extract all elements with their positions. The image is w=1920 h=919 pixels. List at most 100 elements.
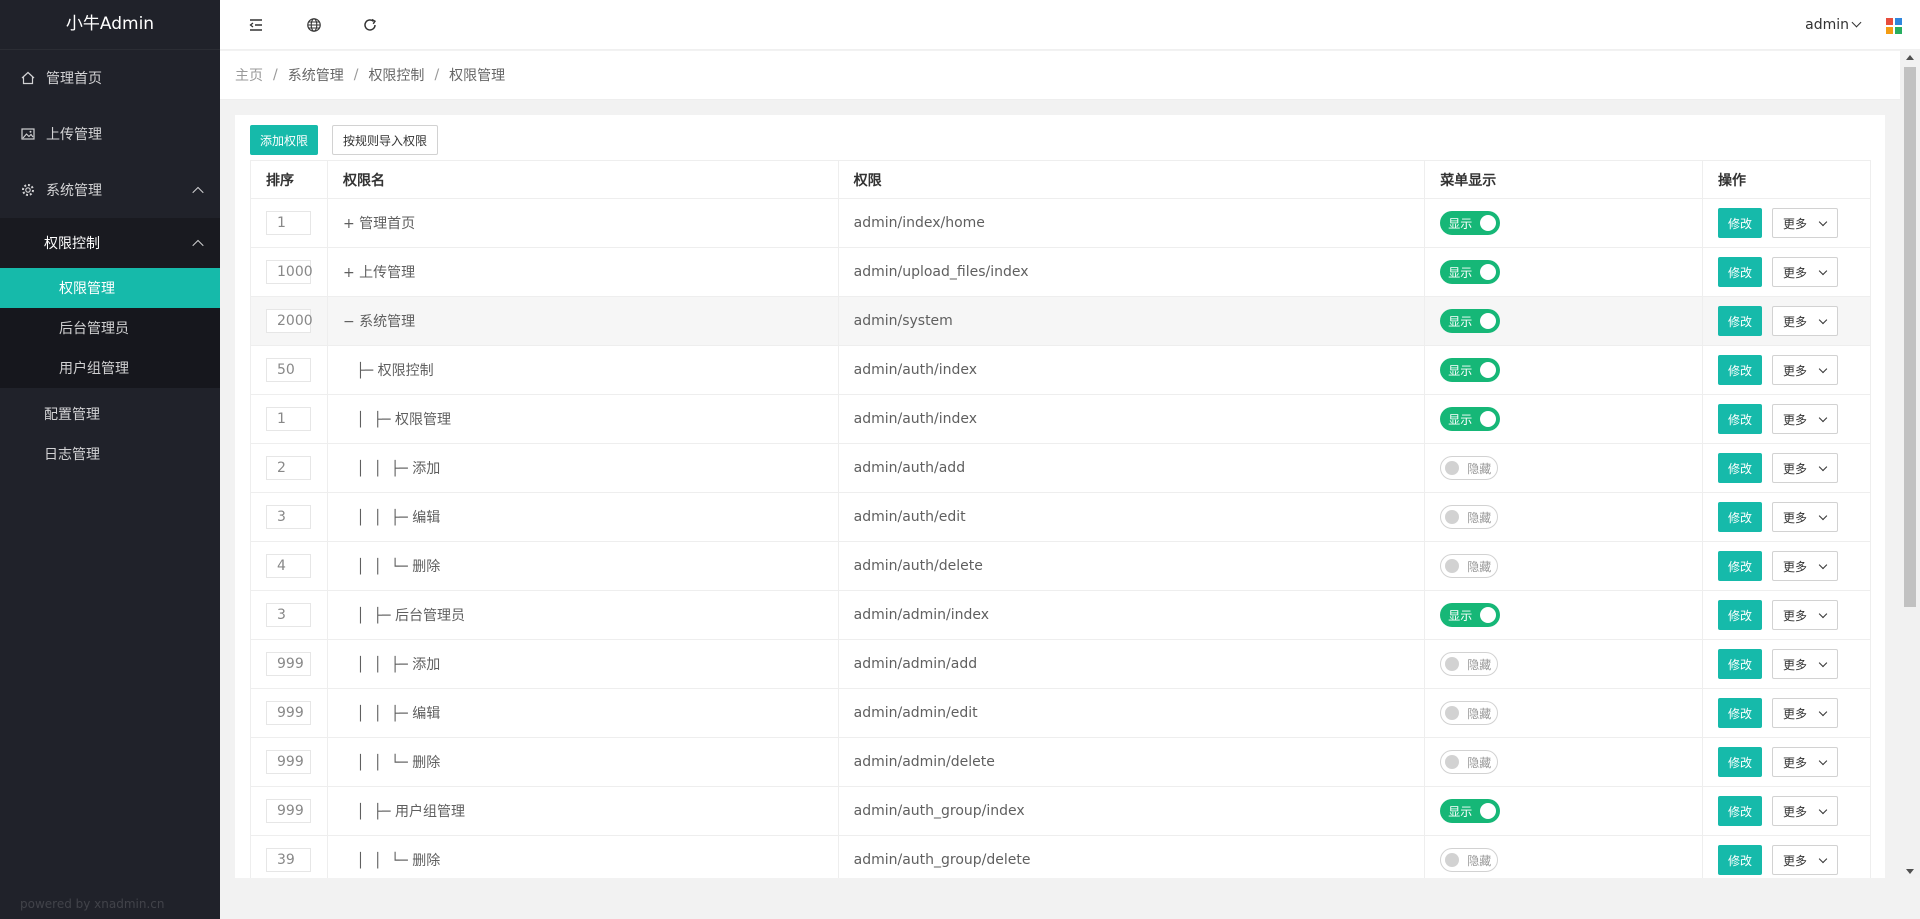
sidebar-item-auth-manage[interactable]: 权限管理 xyxy=(0,268,220,308)
edit-button[interactable]: 修改 xyxy=(1718,453,1763,483)
sort-input[interactable]: 1 xyxy=(266,211,311,235)
globe-icon[interactable] xyxy=(304,15,324,35)
sort-input[interactable]: 4 xyxy=(266,554,311,578)
sort-input[interactable]: 999 xyxy=(266,750,311,774)
more-dropdown-button[interactable]: 更多 xyxy=(1772,747,1839,777)
edit-button[interactable]: 修改 xyxy=(1718,502,1763,532)
edit-button[interactable]: 修改 xyxy=(1718,698,1763,728)
sidebar-item-upload[interactable]: 上传管理 xyxy=(0,106,220,162)
menu-display-toggle[interactable]: 显示 xyxy=(1440,309,1501,333)
scroll-thumb[interactable] xyxy=(1904,67,1916,607)
more-dropdown-button[interactable]: 更多 xyxy=(1772,796,1839,826)
more-dropdown-button[interactable]: 更多 xyxy=(1772,845,1839,875)
menu-display-toggle[interactable]: 显示 xyxy=(1440,799,1501,823)
sort-input[interactable]: 1000 xyxy=(266,260,313,284)
menu-display-toggle[interactable]: 隐藏 xyxy=(1440,554,1499,578)
more-dropdown-button[interactable]: 更多 xyxy=(1772,698,1839,728)
sort-input[interactable]: 50 xyxy=(266,358,311,382)
edit-button[interactable]: 修改 xyxy=(1718,600,1763,630)
more-dropdown-button[interactable]: 更多 xyxy=(1772,649,1839,679)
vertical-scrollbar[interactable] xyxy=(1900,51,1920,878)
scroll-up-icon[interactable] xyxy=(1906,55,1914,60)
menu-display-toggle[interactable]: 显示 xyxy=(1440,260,1501,284)
sort-input[interactable]: 999 xyxy=(266,701,311,725)
more-dropdown-button[interactable]: 更多 xyxy=(1772,600,1839,630)
breadcrumb-item[interactable]: 权限控制 xyxy=(368,65,424,85)
menu-fold-icon[interactable] xyxy=(246,15,266,35)
permission-path: admin/auth_group/delete xyxy=(837,835,1426,878)
sidebar-item-config[interactable]: 配置管理 xyxy=(0,394,220,434)
menu-display-toggle[interactable]: 显示 xyxy=(1440,603,1501,627)
import-permission-button[interactable]: 按规则导入权限 xyxy=(332,125,439,155)
more-dropdown-button[interactable]: 更多 xyxy=(1772,453,1839,483)
edit-button[interactable]: 修改 xyxy=(1718,551,1763,581)
edit-button[interactable]: 修改 xyxy=(1718,845,1763,875)
sidebar-item-admins[interactable]: 后台管理员 xyxy=(0,308,220,348)
apps-icon[interactable] xyxy=(1886,18,1902,34)
table-row: 999 │ │ ├─ 编辑 admin/admin/edit 隐藏 修改 更多 xyxy=(250,688,1871,738)
edit-button[interactable]: 修改 xyxy=(1718,747,1763,777)
sidebar-item-auth-control[interactable]: 权限控制 xyxy=(0,218,220,268)
sidebar-item-system[interactable]: 系统管理 xyxy=(0,162,220,218)
sort-input[interactable]: 3 xyxy=(266,505,311,529)
sort-input[interactable]: 3 xyxy=(266,603,311,627)
chevron-down-icon xyxy=(1818,413,1828,423)
permission-path: admin/admin/add xyxy=(837,639,1426,689)
edit-button[interactable]: 修改 xyxy=(1718,796,1763,826)
breadcrumb-item[interactable]: 系统管理 xyxy=(288,65,344,85)
user-menu[interactable]: admin xyxy=(1805,17,1862,33)
menu-display-toggle[interactable]: 显示 xyxy=(1440,211,1501,235)
more-dropdown-button[interactable]: 更多 xyxy=(1772,404,1839,434)
menu-display-toggle[interactable]: 隐藏 xyxy=(1440,750,1499,774)
edit-button[interactable]: 修改 xyxy=(1718,306,1763,336)
edit-button[interactable]: 修改 xyxy=(1718,649,1763,679)
edit-button[interactable]: 修改 xyxy=(1718,355,1763,385)
sidebar-item-logs[interactable]: 日志管理 xyxy=(0,434,220,474)
top-header: admin xyxy=(220,0,1920,50)
permission-name[interactable]: + 上传管理 xyxy=(343,265,415,281)
more-dropdown-button[interactable]: 更多 xyxy=(1772,306,1839,336)
menu-display-toggle[interactable]: 隐藏 xyxy=(1440,701,1499,725)
menu-display-toggle[interactable]: 隐藏 xyxy=(1440,848,1499,872)
menu-display-toggle[interactable]: 显示 xyxy=(1440,358,1501,382)
gear-icon xyxy=(20,182,36,198)
sort-input[interactable]: 2 xyxy=(266,456,311,480)
sort-input[interactable]: 2000 xyxy=(266,309,313,333)
breadcrumb-item[interactable]: 主页 xyxy=(235,65,263,85)
user-name: admin xyxy=(1805,17,1849,33)
table-header-row: 排序 权限名 权限 菜单显示 操作 xyxy=(250,160,1871,199)
menu-display-toggle[interactable]: 隐藏 xyxy=(1440,505,1499,529)
scroll-down-icon[interactable] xyxy=(1906,869,1914,874)
more-dropdown-button[interactable]: 更多 xyxy=(1772,257,1839,287)
chevron-down-icon xyxy=(1818,609,1828,619)
sort-input[interactable]: 999 xyxy=(266,652,311,676)
permission-name[interactable]: − 系统管理 xyxy=(343,314,415,330)
edit-button[interactable]: 修改 xyxy=(1718,404,1763,434)
more-dropdown-button[interactable]: 更多 xyxy=(1772,551,1839,581)
permission-name: │ │ ├─ 编辑 xyxy=(342,706,441,722)
sidebar-submenu: 权限控制 权限管理 后台管理员 用户组管理 xyxy=(0,218,220,388)
chevron-up-icon xyxy=(192,239,204,252)
sidebar-item-user-groups[interactable]: 用户组管理 xyxy=(0,348,220,388)
more-dropdown-button[interactable]: 更多 xyxy=(1772,355,1839,385)
app-logo[interactable]: 小牛Admin xyxy=(0,0,220,50)
permission-name[interactable]: + 管理首页 xyxy=(343,216,415,232)
menu-display-toggle[interactable]: 隐藏 xyxy=(1440,456,1499,480)
add-permission-button[interactable]: 添加权限 xyxy=(250,125,319,155)
sort-input[interactable]: 39 xyxy=(266,848,311,872)
edit-button[interactable]: 修改 xyxy=(1718,208,1763,238)
sort-input[interactable]: 1 xyxy=(266,407,311,431)
more-label: 更多 xyxy=(1783,265,1808,280)
sort-input[interactable]: 999 xyxy=(266,799,311,823)
menu-display-toggle[interactable]: 隐藏 xyxy=(1440,652,1499,676)
edit-button[interactable]: 修改 xyxy=(1718,257,1763,287)
table-row: 4 │ │ └─ 删除 admin/auth/delete 隐藏 修改 更多 xyxy=(250,541,1871,591)
more-dropdown-button[interactable]: 更多 xyxy=(1772,208,1839,238)
menu-display-toggle[interactable]: 显示 xyxy=(1440,407,1501,431)
refresh-icon[interactable] xyxy=(360,15,380,35)
more-dropdown-button[interactable]: 更多 xyxy=(1772,502,1839,532)
more-label: 更多 xyxy=(1783,363,1808,378)
permission-name: │ │ └─ 删除 xyxy=(342,853,441,869)
more-label: 更多 xyxy=(1783,314,1808,329)
sidebar-item-home[interactable]: 管理首页 xyxy=(0,50,220,106)
